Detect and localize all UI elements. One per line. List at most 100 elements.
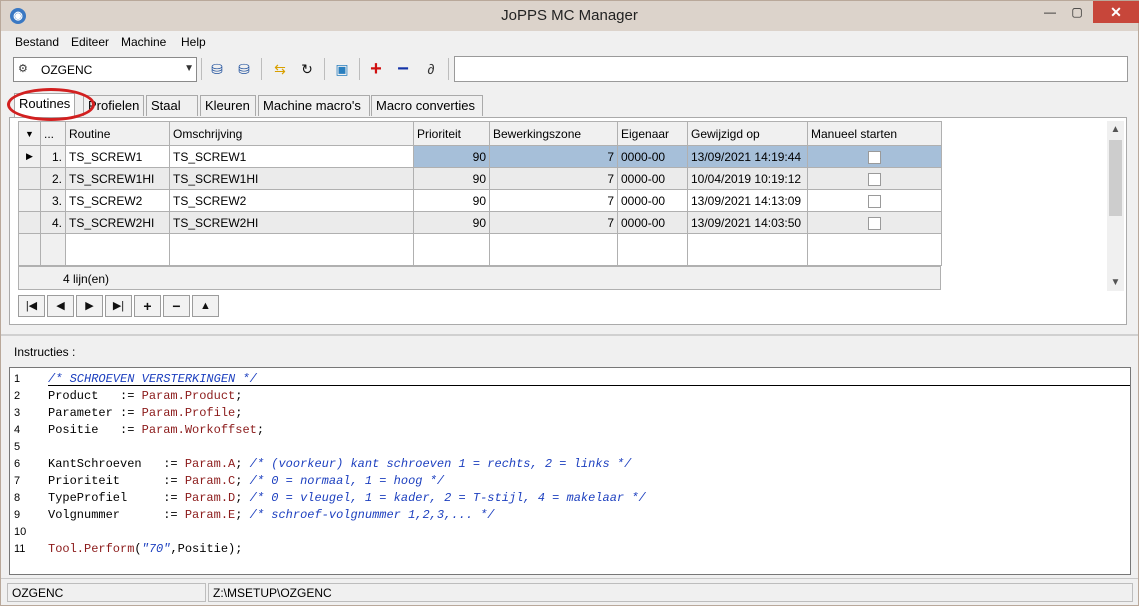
description-cell[interactable]: TS_SCREW2HI <box>169 211 414 234</box>
modified-cell[interactable] <box>687 233 808 266</box>
code-text[interactable]: Positie := Param.Workoffset; <box>48 422 264 439</box>
owner-cell[interactable]: 0000-00 <box>617 211 688 234</box>
table-row[interactable]: 3. TS_SCREW2 TS_SCREW2 90 7 0000-00 13/0… <box>18 189 942 212</box>
modified-cell[interactable]: 10/04/2019 10:19:12 <box>687 167 808 190</box>
grid-scrollbar[interactable]: ▲ ▼ <box>1107 121 1124 291</box>
code-text[interactable]: /* SCHROEVEN VERSTERKINGEN */ <box>48 371 257 388</box>
code-line[interactable]: 7 Prioriteit := Param.C; /* 0 = normaal, … <box>10 473 1130 490</box>
code-text[interactable]: KantSchroeven := Param.A; /* (voorkeur) … <box>48 456 631 473</box>
refresh-icon[interactable]: ↻ <box>297 60 317 78</box>
description-cell[interactable]: TS_SCREW1HI <box>169 167 414 190</box>
code-text[interactable]: Parameter := Param.Profile; <box>48 405 242 422</box>
manual-start-checkbox[interactable] <box>868 216 881 230</box>
scroll-up-icon[interactable]: ▲ <box>1107 121 1124 138</box>
menu-help[interactable]: Help <box>181 35 206 49</box>
zone-cell[interactable]: 7 <box>489 167 618 190</box>
maximize-button[interactable]: ▢ <box>1062 1 1092 23</box>
priority-cell[interactable]: 90 <box>413 189 490 212</box>
sort-icon[interactable]: ▼ <box>18 121 41 146</box>
code-line[interactable]: 8 TypeProfiel := Param.D; /* 0 = vleugel,… <box>10 490 1130 507</box>
menu-editeer[interactable]: Editeer <box>71 35 109 49</box>
owner-cell[interactable]: 0000-00 <box>617 167 688 190</box>
instructions-editor[interactable]: 1 /* SCHROEVEN VERSTERKINGEN */ 2 Product :… <box>9 367 1131 575</box>
tab-staal[interactable]: Staal <box>146 95 198 116</box>
column-header[interactable]: Prioriteit <box>413 121 490 146</box>
code-text[interactable]: Tool.Perform("70",Positie); <box>48 541 242 558</box>
owner-cell[interactable]: 0000-00 <box>617 189 688 212</box>
zone-cell[interactable]: 7 <box>489 189 618 212</box>
column-header[interactable]: Gewijzigd op <box>687 121 808 146</box>
add-record-button[interactable]: + <box>134 295 161 317</box>
splitter[interactable] <box>1 334 1138 336</box>
link-icon[interactable]: ∂ <box>421 60 441 78</box>
tab-routines[interactable]: Routines <box>14 93 76 117</box>
code-line[interactable]: 4 Positie := Param.Workoffset; <box>10 422 1130 439</box>
edit-record-button[interactable]: ▲ <box>192 295 219 317</box>
modified-cell[interactable]: 13/09/2021 14:03:50 <box>687 211 808 234</box>
modified-cell[interactable]: 13/09/2021 14:13:09 <box>687 189 808 212</box>
column-header[interactable]: Omschrijving <box>169 121 414 146</box>
machine-select[interactable]: ⚙ OZGENC ▼ <box>13 57 197 82</box>
command-input[interactable] <box>454 56 1128 82</box>
menu-machine[interactable]: Machine <box>121 35 166 49</box>
chevron-down-icon[interactable]: ▼ <box>184 63 194 74</box>
routine-cell[interactable]: TS_SCREW2HI <box>65 211 170 234</box>
zone-cell[interactable]: 7 <box>489 211 618 234</box>
zone-cell[interactable]: 7 <box>489 145 618 168</box>
import-icon[interactable]: ⛁ <box>234 60 254 78</box>
code-line[interactable]: 10 <box>10 524 1130 541</box>
tab-machine-macros[interactable]: Machine macro's <box>258 95 370 116</box>
code-text[interactable]: Product := Param.Product; <box>48 388 242 405</box>
priority-cell[interactable] <box>413 233 490 266</box>
priority-cell[interactable]: 90 <box>413 167 490 190</box>
code-text[interactable]: Volgnummer := Param.E; /* schroef-volgnu… <box>48 507 495 524</box>
description-cell[interactable] <box>169 233 414 266</box>
new-row[interactable] <box>18 233 942 266</box>
scroll-down-icon[interactable]: ▼ <box>1107 274 1124 291</box>
scroll-thumb[interactable] <box>1109 140 1122 216</box>
column-header[interactable]: Manueel starten <box>807 121 942 146</box>
menu-bestand[interactable]: Bestand <box>15 35 59 49</box>
remove-icon[interactable]: − <box>393 59 413 79</box>
table-row[interactable]: ▶ 1. TS_SCREW1 TS_SCREW1 90 7 0000-00 13… <box>18 145 942 168</box>
tab-macro-converties[interactable]: Macro converties <box>371 95 483 116</box>
prev-record-button[interactable]: ◀ <box>47 295 74 317</box>
description-cell[interactable]: TS_SCREW2 <box>169 189 414 212</box>
code-line[interactable]: 5 <box>10 439 1130 456</box>
minimize-button[interactable]: — <box>1035 1 1065 23</box>
table-row[interactable]: 2. TS_SCREW1HI TS_SCREW1HI 90 7 0000-00 … <box>18 167 942 190</box>
manual-start-checkbox[interactable] <box>868 150 881 164</box>
code-text[interactable]: Prioriteit := Param.C; /* 0 = normaal, 1… <box>48 473 444 490</box>
modified-cell[interactable]: 13/09/2021 14:19:44 <box>687 145 808 168</box>
column-header[interactable]: Eigenaar <box>617 121 688 146</box>
export-icon[interactable]: ⛁ <box>207 60 227 78</box>
manual-start-cell[interactable] <box>807 233 942 266</box>
package-icon[interactable]: ▣ <box>332 60 352 78</box>
routine-cell[interactable]: TS_SCREW1HI <box>65 167 170 190</box>
owner-cell[interactable]: 0000-00 <box>617 145 688 168</box>
table-row[interactable]: 4. TS_SCREW2HI TS_SCREW2HI 90 7 0000-00 … <box>18 211 942 234</box>
routine-cell[interactable]: TS_SCREW2 <box>65 189 170 212</box>
manual-start-checkbox[interactable] <box>868 172 881 186</box>
code-line[interactable]: 3 Parameter := Param.Profile; <box>10 405 1130 422</box>
add-icon[interactable]: + <box>366 59 386 79</box>
priority-cell[interactable]: 90 <box>413 211 490 234</box>
routine-cell[interactable] <box>65 233 170 266</box>
delete-record-button[interactable]: − <box>163 295 190 317</box>
tab-profielen[interactable]: Profielen <box>83 95 144 116</box>
column-header[interactable]: ... <box>40 121 66 146</box>
owner-cell[interactable] <box>617 233 688 266</box>
next-record-button[interactable]: ▶ <box>76 295 103 317</box>
code-line[interactable]: 1 /* SCHROEVEN VERSTERKINGEN */ <box>10 371 1130 388</box>
description-cell[interactable]: TS_SCREW1 <box>169 145 414 168</box>
routine-cell[interactable]: TS_SCREW1 <box>65 145 170 168</box>
close-button[interactable]: ✕ <box>1093 1 1139 23</box>
zone-cell[interactable] <box>489 233 618 266</box>
manual-start-checkbox[interactable] <box>868 194 881 208</box>
code-line[interactable]: 2 Product := Param.Product; <box>10 388 1130 405</box>
column-header[interactable]: Routine <box>65 121 170 146</box>
transfer-icon[interactable]: ⇆ <box>270 60 290 78</box>
code-line[interactable]: 6 KantSchroeven := Param.A; /* (voorkeur)… <box>10 456 1130 473</box>
first-record-button[interactable]: |◀ <box>18 295 45 317</box>
column-header[interactable]: Bewerkingszone <box>489 121 618 146</box>
